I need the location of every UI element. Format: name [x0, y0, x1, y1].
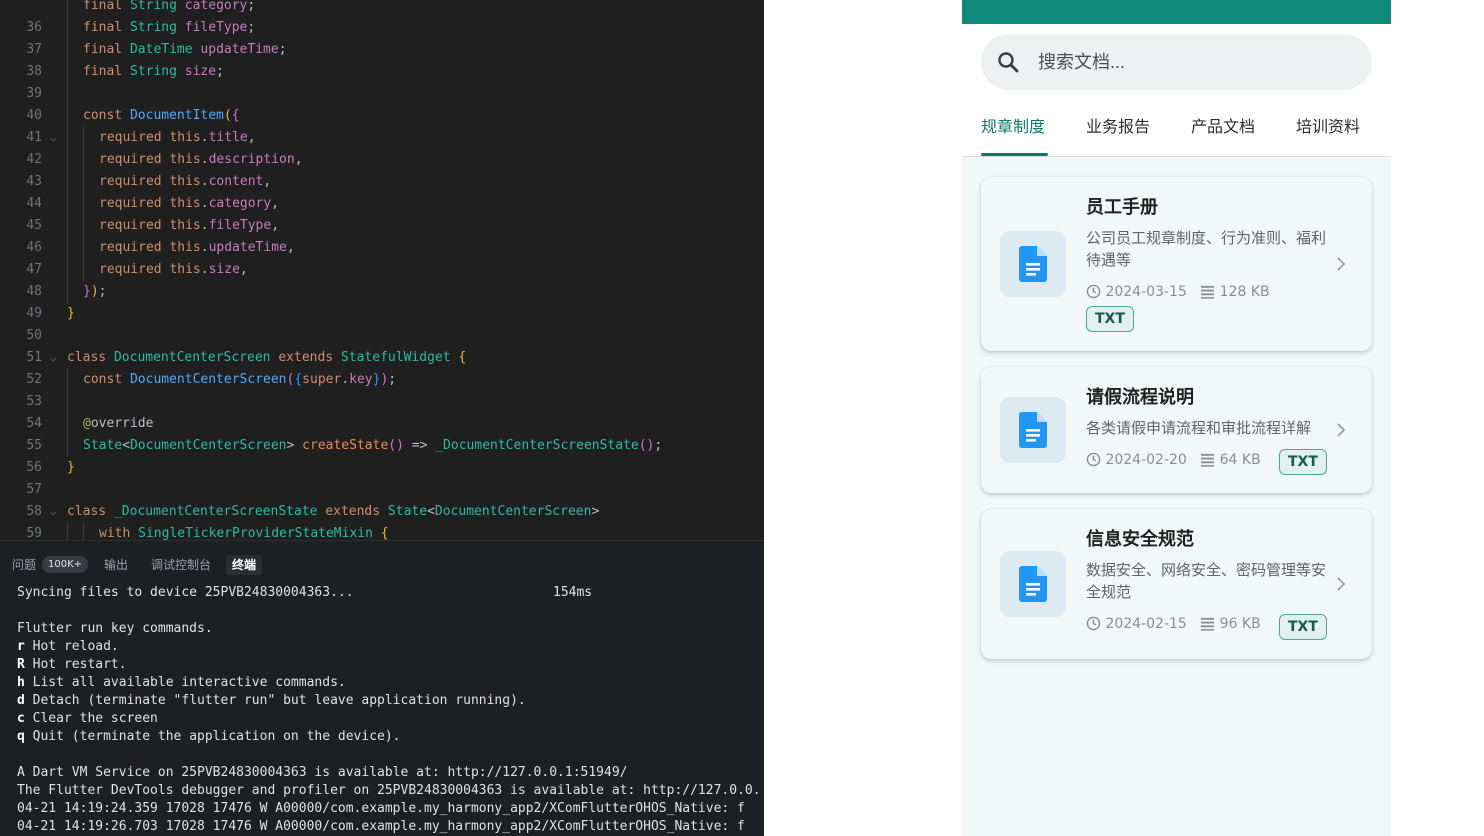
code-line: 36 final String category; — [0, 0, 764, 35]
clock-icon — [1086, 452, 1101, 467]
code-line: 59 ⌵ class _DocumentCenterScreenState ex… — [0, 501, 764, 540]
fold-chevron-icon[interactable]: ⌵ — [50, 501, 57, 523]
panel-tab-bar: 问题 100K+ 输出 调试控制台 终端 — [0, 541, 764, 585]
tab-problems[interactable]: 问题 — [6, 555, 42, 575]
document-size: 64 KB — [1219, 452, 1261, 468]
terminal-line: A Dart VM Service on 25PVB24830004363 is… — [17, 765, 628, 780]
terminal-line: c Clear the screen — [17, 711, 158, 726]
code-line: 51 — [26, 350, 42, 365]
terminal-line: h List all available interactive command… — [17, 675, 346, 690]
code-line: 53 const DocumentCenterScreen({super.key… — [0, 369, 764, 409]
document-description: 各类请假申请流程和审批流程详解 — [1086, 419, 1312, 437]
search-area: 搜索文档... — [962, 24, 1391, 100]
code-line: 44 required this.content, — [0, 171, 764, 211]
document-description: 数据安全、网络安全、密码管理等安全规范 — [1086, 561, 1327, 601]
document-icon — [1019, 566, 1047, 602]
chevron-right-icon — [1337, 577, 1346, 591]
code-line: 40 — [0, 83, 764, 123]
code-line: 55 @override — [0, 413, 764, 453]
code-line: 49 }); — [0, 281, 764, 321]
code-line: 39 final String size; — [0, 61, 764, 101]
document-date: 2024-03-15 — [1105, 284, 1187, 300]
fold-chevron-icon[interactable]: ⌵ — [50, 127, 57, 149]
terminal-line: 04-21 14:19:26.703 17028 17476 W A00000/… — [17, 819, 745, 834]
code-line: 45 required this.category, — [0, 193, 764, 233]
code-line: 50 } — [26, 306, 75, 343]
code-line: 43 required this.description, — [0, 149, 764, 189]
terminal-line: Syncing files to device 25PVB24830004363… — [17, 585, 354, 600]
chevron-right-icon — [1337, 423, 1346, 437]
document-icon-box — [1000, 231, 1066, 297]
tab-output[interactable]: 输出 — [98, 555, 134, 575]
document-date: 2024-02-20 — [1105, 452, 1187, 468]
search-input[interactable]: 搜索文档... — [1038, 48, 1125, 76]
code-line: 57 } — [26, 460, 75, 497]
terminal-line: q Quit (terminate the application on the… — [17, 729, 401, 744]
document-description: 公司员工规章制度、行为准则、福利待遇等 — [1086, 229, 1327, 269]
document-date: 2024-02-15 — [1105, 616, 1187, 632]
chevron-right-icon — [1337, 257, 1346, 271]
terminal-line: 04-21 14:19:24.359 17028 17476 W A00000/… — [17, 801, 745, 816]
category-tabs: 规章制度 业务报告 产品文档 培训资料 — [962, 100, 1391, 157]
storage-icon — [1201, 285, 1215, 299]
file-type-badge: TXT — [1279, 449, 1327, 475]
code-line: 52 ⌵ class DocumentCenterScreen extends … — [0, 347, 764, 387]
document-meta: 2024-02-15 96 KB — [1086, 614, 1261, 634]
code-editor[interactable]: 36 final String category; 37 final Strin… — [0, 0, 764, 540]
problems-count-badge: 100K+ — [42, 556, 89, 573]
document-title: 员工手册 — [1086, 197, 1158, 218]
document-size: 128 KB — [1219, 284, 1270, 300]
tab-regulations[interactable]: 规章制度 — [981, 116, 1045, 138]
code-line: 41 const DocumentItem({ — [0, 105, 764, 145]
code-line: 48 required this.size, — [0, 259, 764, 299]
clock-icon — [1086, 284, 1101, 299]
code-line: 42 ⌵ required this.title, — [0, 127, 764, 167]
document-icon-box — [1000, 551, 1066, 617]
code-line: 37 final String fileType; — [0, 17, 764, 57]
sync-duration: 154ms — [553, 585, 593, 600]
phone-app-screen: 搜索文档... 规章制度 业务报告 产品文档 培训资料 员工手册 公司员工规章制… — [962, 0, 1391, 836]
file-type-badge: TXT — [1279, 614, 1327, 640]
file-type-badge: TXT — [1086, 306, 1134, 332]
code-line: 47 required this.updateTime, — [0, 237, 764, 277]
code-line: 60 with SingleTickerProviderStateMixin { — [0, 523, 764, 540]
document-title: 请假流程说明 — [1086, 387, 1194, 408]
code-line: 38 final DateTime updateTime; — [0, 39, 764, 79]
code-line: 54 — [0, 391, 764, 431]
terminal-line: R Hot restart. — [17, 657, 127, 672]
tab-indicator — [981, 153, 1048, 156]
document-card[interactable]: 信息安全规范 数据安全、网络安全、密码管理等安全规范 2024-02-15 96… — [981, 509, 1372, 659]
document-card[interactable]: 员工手册 公司员工规章制度、行为准则、福利待遇等 2024-03-15 128 … — [981, 177, 1372, 351]
terminal-line: The Flutter DevTools debugger and profil… — [17, 783, 761, 798]
terminal-line: Flutter run key commands. — [17, 621, 213, 636]
tab-terminal[interactable]: 终端 — [226, 555, 263, 575]
terminal-line: d Detach (terminate "flutter run" but le… — [17, 693, 526, 708]
tab-business-reports[interactable]: 业务报告 — [1086, 116, 1150, 138]
tab-product-docs[interactable]: 产品文档 — [1191, 116, 1255, 138]
code-line: 56 State<DocumentCenterScreen> createSta… — [0, 435, 764, 475]
document-card[interactable]: 请假流程说明 各类请假申请流程和审批流程详解 2024-02-20 64 KB … — [981, 367, 1372, 493]
clock-icon — [1086, 616, 1101, 631]
document-meta: 2024-03-15 128 KB — [1086, 282, 1270, 302]
terminal-line: r Hot reload. — [17, 639, 119, 654]
document-icon-box — [1000, 397, 1066, 463]
storage-icon — [1201, 617, 1215, 631]
search-icon — [998, 52, 1019, 73]
document-meta: 2024-02-20 64 KB — [1086, 450, 1261, 470]
fold-chevron-icon[interactable]: ⌵ — [50, 347, 57, 369]
storage-icon — [1201, 453, 1215, 467]
code-line: 46 required this.fileType, — [0, 215, 764, 255]
document-icon — [1019, 246, 1047, 282]
tab-debug-console[interactable]: 调试控制台 — [145, 555, 217, 575]
tab-training[interactable]: 培训资料 — [1296, 116, 1360, 138]
code-line: 58 — [26, 504, 42, 519]
document-title: 信息安全规范 — [1086, 529, 1194, 550]
document-size: 96 KB — [1219, 616, 1261, 632]
app-bar — [962, 0, 1391, 24]
document-icon — [1019, 412, 1047, 448]
